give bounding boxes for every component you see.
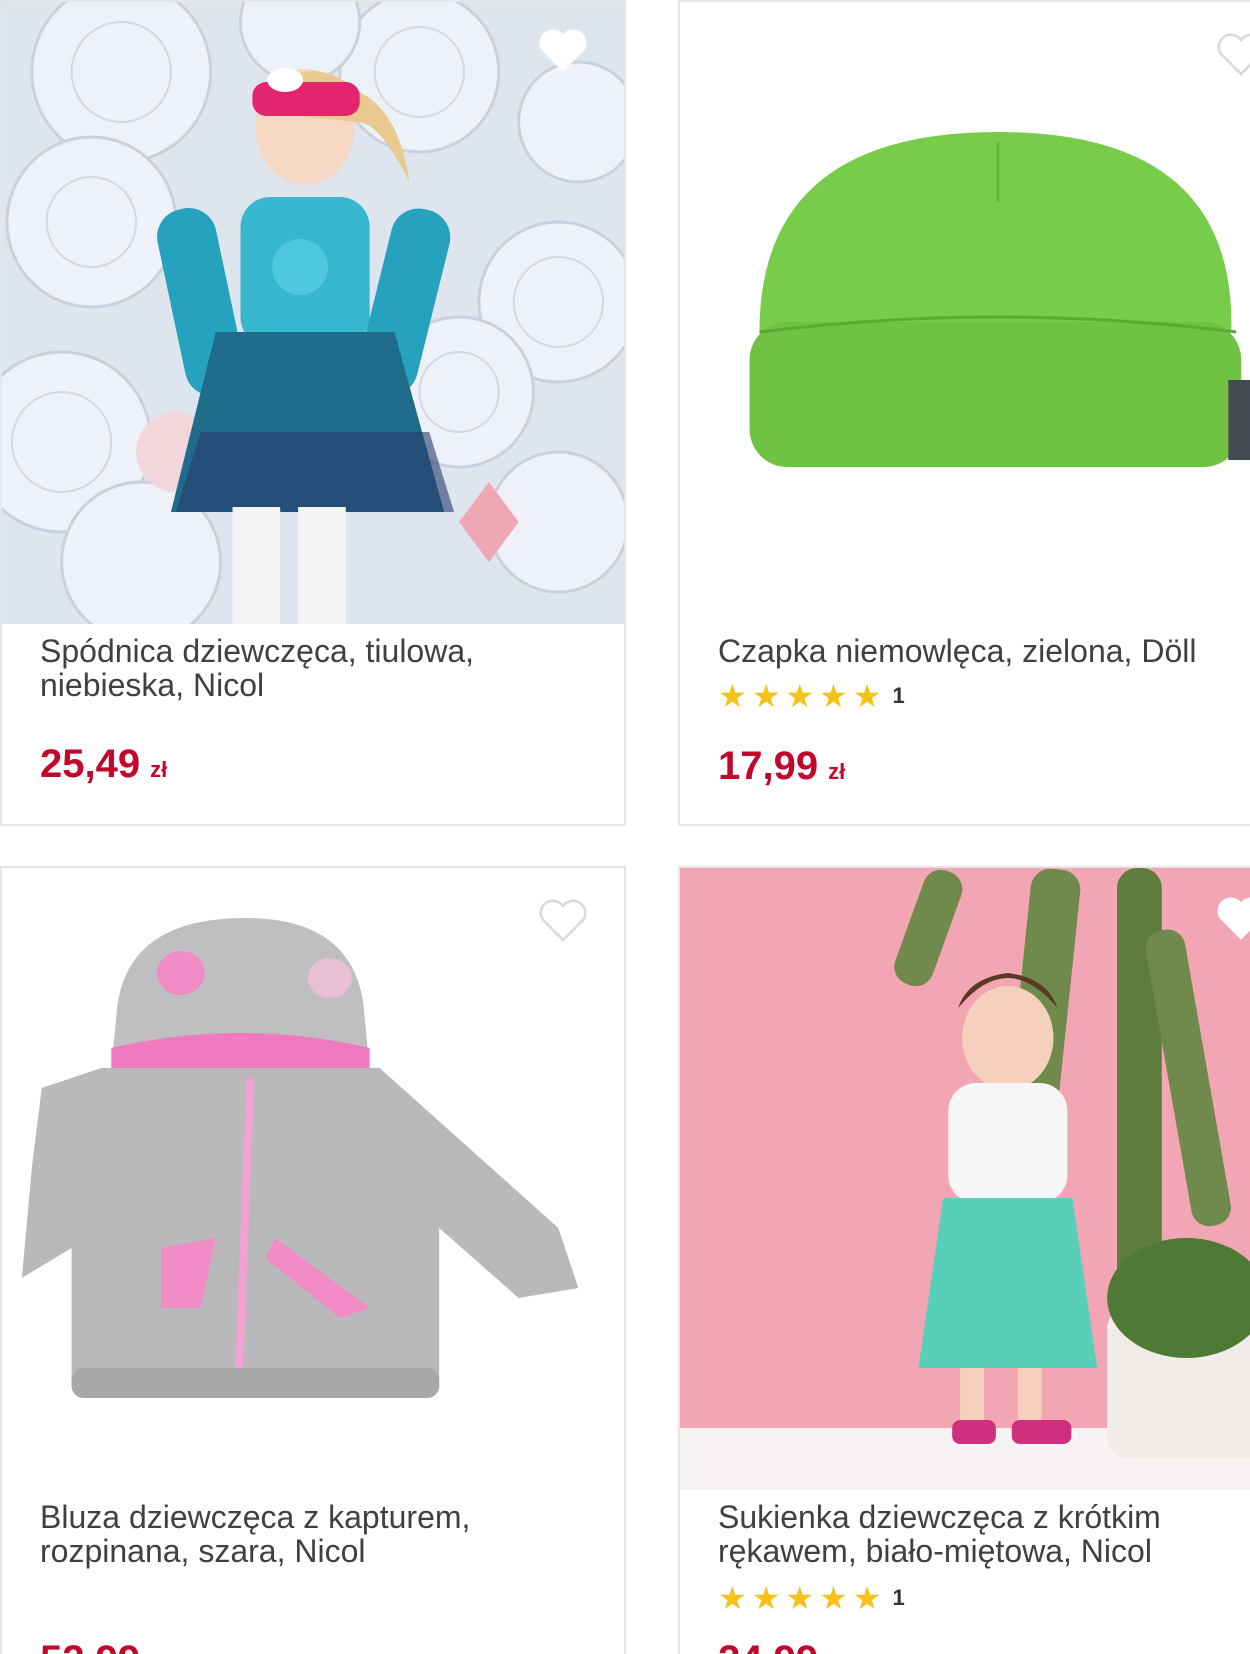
heart-icon[interactable]	[1215, 896, 1250, 942]
star-icon: ★	[852, 1580, 882, 1616]
star-icon: ★	[852, 678, 882, 714]
product-image[interactable]	[680, 868, 1250, 1490]
product-image[interactable]	[680, 2, 1250, 624]
rating-count: 1	[892, 683, 905, 708]
product-rating: ★ ★ ★ ★ ★ 1	[718, 680, 905, 712]
product-card[interactable]: Sukienka dziewczęca z krótkim rękawem, b…	[678, 866, 1250, 1654]
heart-icon[interactable]	[537, 28, 589, 74]
product-price: 52,99zł	[40, 1638, 167, 1654]
rating-count: 1	[892, 1585, 905, 1610]
price-currency: zł	[828, 759, 846, 784]
price-value: 24,99	[718, 1638, 818, 1654]
product-title[interactable]: Sukienka dziewczęca z krótkim rękawem, b…	[718, 1500, 1238, 1568]
product-image[interactable]	[2, 2, 624, 624]
star-icon: ★	[785, 1580, 815, 1616]
product-card[interactable]: Spódnica dziewczęca, tiulowa, niebieska,…	[0, 0, 626, 826]
star-icon: ★	[718, 1580, 747, 1616]
product-card[interactable]: Bluza dziewczęca z kapturem, rozpinana, …	[0, 866, 626, 1654]
product-title[interactable]: Bluza dziewczęca z kapturem, rozpinana, …	[40, 1500, 600, 1568]
star-icon: ★	[785, 678, 815, 714]
product-rating: ★ ★ ★ ★ ★ 1	[718, 1582, 905, 1614]
price-value: 52,99	[40, 1638, 140, 1654]
heart-icon[interactable]	[1215, 32, 1250, 78]
product-title[interactable]: Spódnica dziewczęca, tiulowa, niebieska,…	[40, 634, 600, 702]
star-icon: ★	[751, 678, 781, 714]
star-icon: ★	[751, 1580, 781, 1616]
product-price: 24,99zł	[718, 1638, 845, 1654]
product-price: 25,49 zł	[40, 742, 167, 792]
star-icon: ★	[819, 678, 848, 714]
price-currency: zł	[150, 757, 168, 782]
product-image[interactable]	[2, 868, 624, 1490]
product-card[interactable]: Czapka niemowlęca, zielona, Döll ★ ★ ★ ★…	[678, 0, 1250, 826]
price-value: 25,49	[40, 742, 141, 786]
product-grid: Spódnica dziewczęca, tiulowa, niebieska,…	[0, 0, 1250, 1654]
heart-icon[interactable]	[537, 898, 589, 944]
product-price: 17,99 zł	[718, 744, 845, 794]
star-icon: ★	[718, 678, 747, 714]
product-title[interactable]: Czapka niemowlęca, zielona, Döll	[718, 634, 1238, 668]
price-value: 17,99	[718, 744, 819, 788]
star-icon: ★	[819, 1580, 848, 1616]
